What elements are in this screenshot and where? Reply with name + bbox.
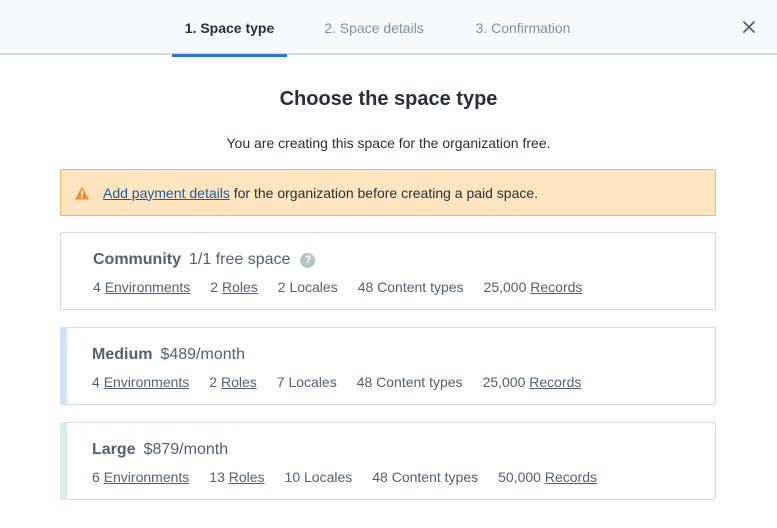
feature-environments: 6 Environments	[92, 469, 190, 485]
plan-name: Medium	[92, 346, 153, 363]
plan-header: Medium $489/month	[92, 346, 245, 364]
feature-content-types: 48 Content types	[357, 279, 464, 295]
plan-card-community[interactable]: Community 1/1 free space ? 4 Environment…	[60, 232, 716, 310]
plan-header: Community 1/1 free space ?	[93, 251, 316, 269]
close-icon	[743, 21, 755, 33]
environments-link[interactable]: Environments	[104, 374, 190, 390]
feature-content-types: 48 Content types	[356, 374, 463, 390]
tab-label: 1. Space type	[184, 19, 275, 36]
tab-label: 2. Space details	[324, 19, 424, 36]
feature-locales: 7 Locales	[276, 374, 337, 390]
warning-text: for the organization before creating a p…	[229, 184, 539, 201]
close-button[interactable]	[739, 17, 759, 37]
plan-price: $879/month	[143, 441, 229, 458]
feature-environments: 4 Environments	[93, 279, 191, 295]
plan-name: Large	[92, 441, 136, 458]
roles-link[interactable]: Roles	[221, 374, 257, 390]
payment-warning-banner: Add payment details for the organization…	[60, 169, 716, 216]
tab-space-type[interactable]: 1. Space type	[172, 0, 287, 57]
plan-price: 1/1 free space	[189, 251, 291, 268]
environments-link[interactable]: Environments	[105, 279, 191, 295]
page-title: Choose the space type	[279, 88, 498, 110]
plan-features: 4 Environments 2 Roles 7 Locales 48 Cont…	[92, 374, 601, 390]
environments-link[interactable]: Environments	[104, 469, 190, 485]
records-link[interactable]: Records	[529, 374, 581, 390]
plan-features: 6 Environments 13 Roles 10 Locales 48 Co…	[92, 469, 617, 485]
feature-records: 25,000 Records	[483, 279, 583, 295]
feature-environments: 4 Environments	[92, 374, 190, 390]
plan-header: Large $879/month	[92, 441, 228, 459]
plan-name: Community	[93, 251, 181, 268]
roles-link[interactable]: Roles	[222, 279, 258, 295]
page-subtitle: You are creating this space for the orga…	[226, 135, 551, 151]
feature-records: 50,000 Records	[498, 469, 597, 485]
roles-link[interactable]: Roles	[229, 469, 265, 485]
feature-roles: 13 Roles	[209, 469, 265, 485]
feature-roles: 2 Roles	[209, 374, 257, 390]
feature-locales: 10 Locales	[284, 469, 353, 485]
tab-label: 3. Confirmation	[475, 19, 571, 36]
plan-price: $489/month	[160, 346, 245, 363]
help-icon[interactable]: ?	[300, 252, 316, 268]
plan-features: 4 Environments 2 Roles 2 Locales 48 Cont…	[93, 279, 602, 295]
plan-card-large[interactable]: Large $879/month 6 Environments 13 Roles…	[60, 422, 716, 500]
warning-message: Add payment details for the organization…	[103, 185, 538, 201]
stepper-header: 1. Space type 2. Space details 3. Confir…	[0, 0, 777, 57]
tab-space-details[interactable]: 2. Space details	[310, 0, 438, 55]
feature-roles: 2 Roles	[210, 279, 258, 295]
feature-records: 25,000 Records	[482, 374, 582, 390]
plan-card-medium[interactable]: Medium $489/month 4 Environments 2 Roles…	[60, 327, 716, 405]
feature-content-types: 48 Content types	[372, 469, 479, 485]
records-link[interactable]: Records	[545, 469, 597, 485]
tab-confirmation[interactable]: 3. Confirmation	[460, 0, 586, 55]
add-payment-details-link[interactable]: Add payment details	[103, 185, 230, 201]
records-link[interactable]: Records	[530, 279, 582, 295]
warning-icon	[74, 185, 90, 201]
feature-locales: 2 Locales	[277, 279, 338, 295]
